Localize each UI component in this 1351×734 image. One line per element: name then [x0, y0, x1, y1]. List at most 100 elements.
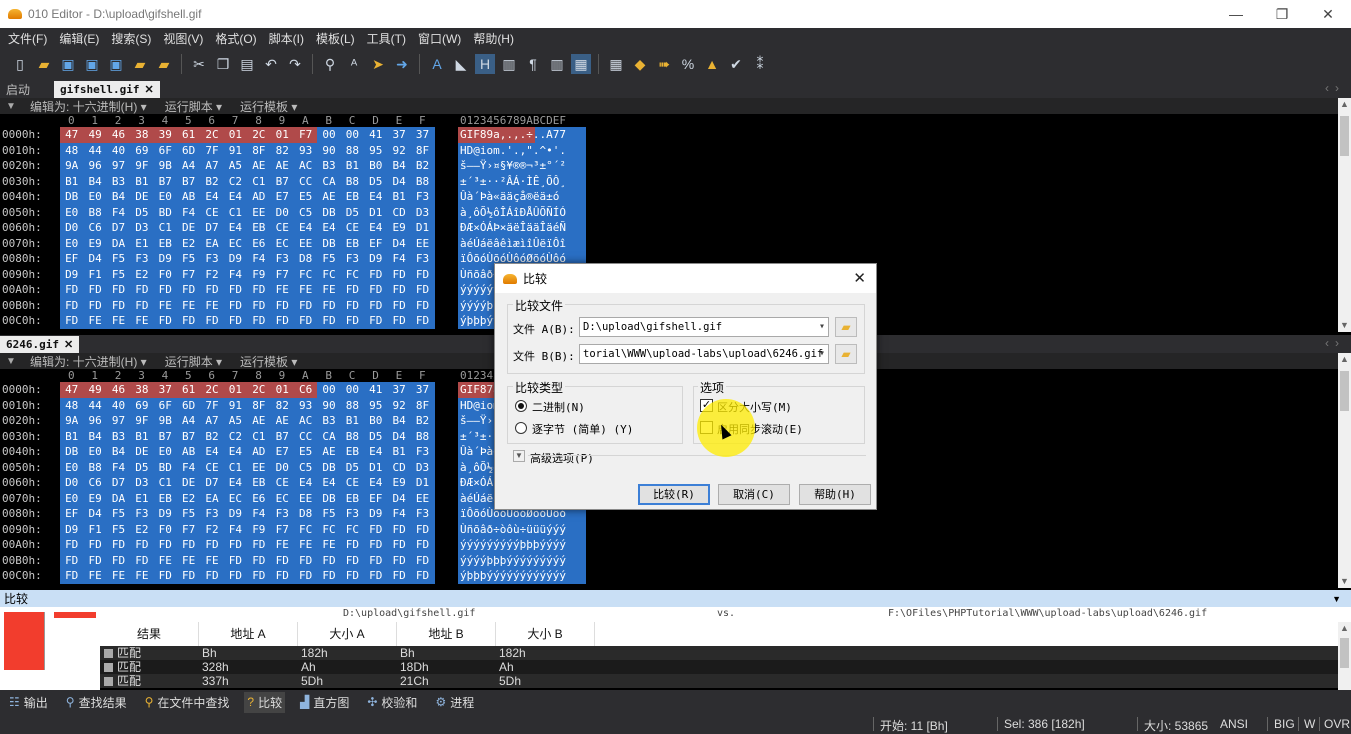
hex-byte[interactable]: D3 [130, 475, 153, 491]
hex-byte[interactable]: B7 [154, 174, 177, 190]
hex-byte[interactable]: E2 [177, 491, 200, 507]
hex-byte[interactable]: B4 [387, 413, 410, 429]
hex-byte[interactable]: FD [247, 298, 270, 314]
hex-byte[interactable]: 8F [247, 143, 270, 159]
hex-byte[interactable]: FD [364, 568, 387, 584]
hex-byte[interactable]: E4 [294, 220, 317, 236]
hex-byte[interactable]: EB [341, 491, 364, 507]
hex-byte[interactable]: FD [247, 568, 270, 584]
hex-byte[interactable]: FD [224, 537, 247, 553]
hex-byte[interactable]: FD [130, 553, 153, 569]
hex-byte[interactable]: D8 [294, 506, 317, 522]
hex-byte[interactable]: E4 [317, 475, 340, 491]
hex-byte[interactable]: F7 [271, 522, 294, 538]
hex-byte[interactable]: E0 [60, 236, 83, 252]
hex-byte[interactable]: F5 [107, 267, 130, 283]
status-endian[interactable]: BIG [1274, 717, 1295, 731]
template-icon[interactable]: ◆ [630, 54, 650, 74]
hex-byte[interactable]: FD [387, 313, 410, 329]
hex-bytes[interactable]: E0 E9 DA E1 EB E2 EA EC E6 EC EE DB EB EF D4 EE [60, 235, 435, 252]
hex-byte[interactable]: 40 [107, 398, 130, 414]
collapse-icon[interactable]: ▼ [0, 356, 22, 367]
hex-byte[interactable]: 37 [387, 382, 410, 398]
hex-byte[interactable]: FE [177, 553, 200, 569]
radio-binary-label[interactable]: 二进制(N) [532, 399, 585, 415]
hex-byte[interactable]: B3 [107, 174, 130, 190]
hex-byte[interactable]: 9B [154, 158, 177, 174]
hex-line[interactable]: 00C0h:FDFEFEFEFDFDFDFDFDFDFDFDFDFDFDFDýþ… [0, 568, 1351, 584]
hex-byte[interactable]: CA [317, 174, 340, 190]
hex-line[interactable]: 0050h:E0B8F4D5BDF4CEC1EED0C5DBD5D1CDD3à¸… [0, 204, 1351, 221]
hex-byte[interactable]: F2 [200, 267, 223, 283]
hex-byte[interactable]: DB [317, 491, 340, 507]
hex-byte[interactable]: FD [107, 537, 130, 553]
hex-byte[interactable]: EF [60, 506, 83, 522]
hex-byte[interactable]: F1 [83, 267, 106, 283]
hex-byte[interactable]: FD [341, 537, 364, 553]
hex-byte[interactable]: D9 [364, 251, 387, 267]
col-size-a[interactable]: 大小 A [298, 622, 397, 646]
hex-byte[interactable]: DB [317, 460, 340, 476]
hex-byte[interactable]: 49 [83, 382, 107, 398]
scroll-up-icon[interactable]: ▲ [1338, 98, 1351, 111]
hex-byte[interactable]: FD [317, 553, 340, 569]
hex-byte[interactable]: E4 [364, 475, 387, 491]
histogram-icon[interactable]: ▲ [702, 54, 722, 74]
hex-byte[interactable]: D9 [224, 251, 247, 267]
hex-byte[interactable]: 9F [130, 158, 153, 174]
hex-byte[interactable]: B0 [364, 158, 387, 174]
hex-byte[interactable]: E4 [364, 220, 387, 236]
menu-view[interactable]: 视图(V) [157, 30, 209, 47]
hex-byte[interactable]: FD [387, 267, 410, 283]
hex-byte[interactable]: F3 [130, 251, 153, 267]
ascii-text[interactable]: ýþþþýýýýýýýýýýýý [458, 568, 586, 584]
hex-byte[interactable]: A5 [224, 158, 247, 174]
tab-process[interactable]: ⚙ 进程 [432, 692, 477, 713]
hex-byte[interactable]: C1 [154, 220, 177, 236]
hex-byte[interactable]: B1 [60, 429, 83, 445]
percent-icon[interactable]: % [678, 54, 698, 74]
hex-byte[interactable]: B4 [107, 189, 130, 205]
hex-byte[interactable]: DB [60, 189, 83, 205]
hex-bytes[interactable]: 9A 96 97 9F 9B A4 A7 A5 AE AE AC B3 B1 B0 B4 B2 [60, 158, 435, 174]
ascii-text[interactable]: HD@iom.'.,".^•'. [458, 142, 586, 158]
hex-byte[interactable]: AB [177, 189, 200, 205]
hex-byte[interactable]: A7 [200, 413, 223, 429]
hex-byte[interactable]: FC [294, 522, 317, 538]
hex-byte[interactable]: E6 [247, 491, 270, 507]
hex-byte[interactable]: FE [130, 313, 153, 329]
hex-byte[interactable]: 2C [200, 382, 224, 398]
hex-bytes[interactable]: FD FE FE FE FD FD FD FD FD FD FD FD FD FD FD FD [60, 313, 435, 329]
hex-byte[interactable]: D1 [364, 460, 387, 476]
hex-byte[interactable]: EB [341, 444, 364, 460]
hex-bytes[interactable]: FD FD FD FD FE FE FE FD FD FD FD FD FD FD FD FD [60, 552, 435, 569]
hex-byte[interactable]: FD [364, 313, 387, 329]
hex-byte[interactable]: E6 [247, 236, 270, 252]
ascii-text[interactable]: ±´³±··²ÂÁ·ÌÊ¸ÕÔ¸ [458, 173, 586, 189]
hex-byte[interactable]: FE [200, 553, 223, 569]
col-result[interactable]: 结果 [100, 622, 199, 646]
hex-byte[interactable]: F5 [317, 251, 340, 267]
hex-byte[interactable]: B3 [317, 158, 340, 174]
hex-byte[interactable]: C1 [247, 174, 270, 190]
hex-byte[interactable]: D4 [387, 491, 410, 507]
hex-byte[interactable]: D9 [364, 506, 387, 522]
hex-line[interactable]: 0010h:484440696F6D7F918F8293908895928FHD… [0, 142, 1351, 159]
hex-byte[interactable]: F3 [411, 251, 434, 267]
hex-byte[interactable]: F3 [341, 251, 364, 267]
hex-byte[interactable]: EE [411, 491, 434, 507]
hex-byte[interactable]: E4 [294, 475, 317, 491]
hex-byte[interactable]: 90 [317, 143, 340, 159]
hex-bytes[interactable]: 48 44 40 69 6F 6D 7F 91 8F 82 93 90 88 95 92 8F [60, 142, 435, 159]
hex-byte[interactable]: B2 [411, 158, 434, 174]
hex-byte[interactable]: E7 [271, 189, 294, 205]
file-b-combo[interactable]: torial\WWW\upload-labs\upload\6246.gif ▾ [579, 344, 829, 364]
hex-byte[interactable]: F3 [411, 506, 434, 522]
hex-byte[interactable]: E0 [83, 189, 106, 205]
hex-byte[interactable]: FE [177, 298, 200, 314]
hex-byte[interactable]: 46 [106, 127, 131, 143]
hex-byte[interactable]: FD [177, 568, 200, 584]
hex-byte[interactable]: DB [317, 205, 340, 221]
hex-byte[interactable]: D4 [387, 429, 410, 445]
file-a-combo[interactable]: D:\upload\gifshell.gif ▾ [579, 317, 829, 337]
